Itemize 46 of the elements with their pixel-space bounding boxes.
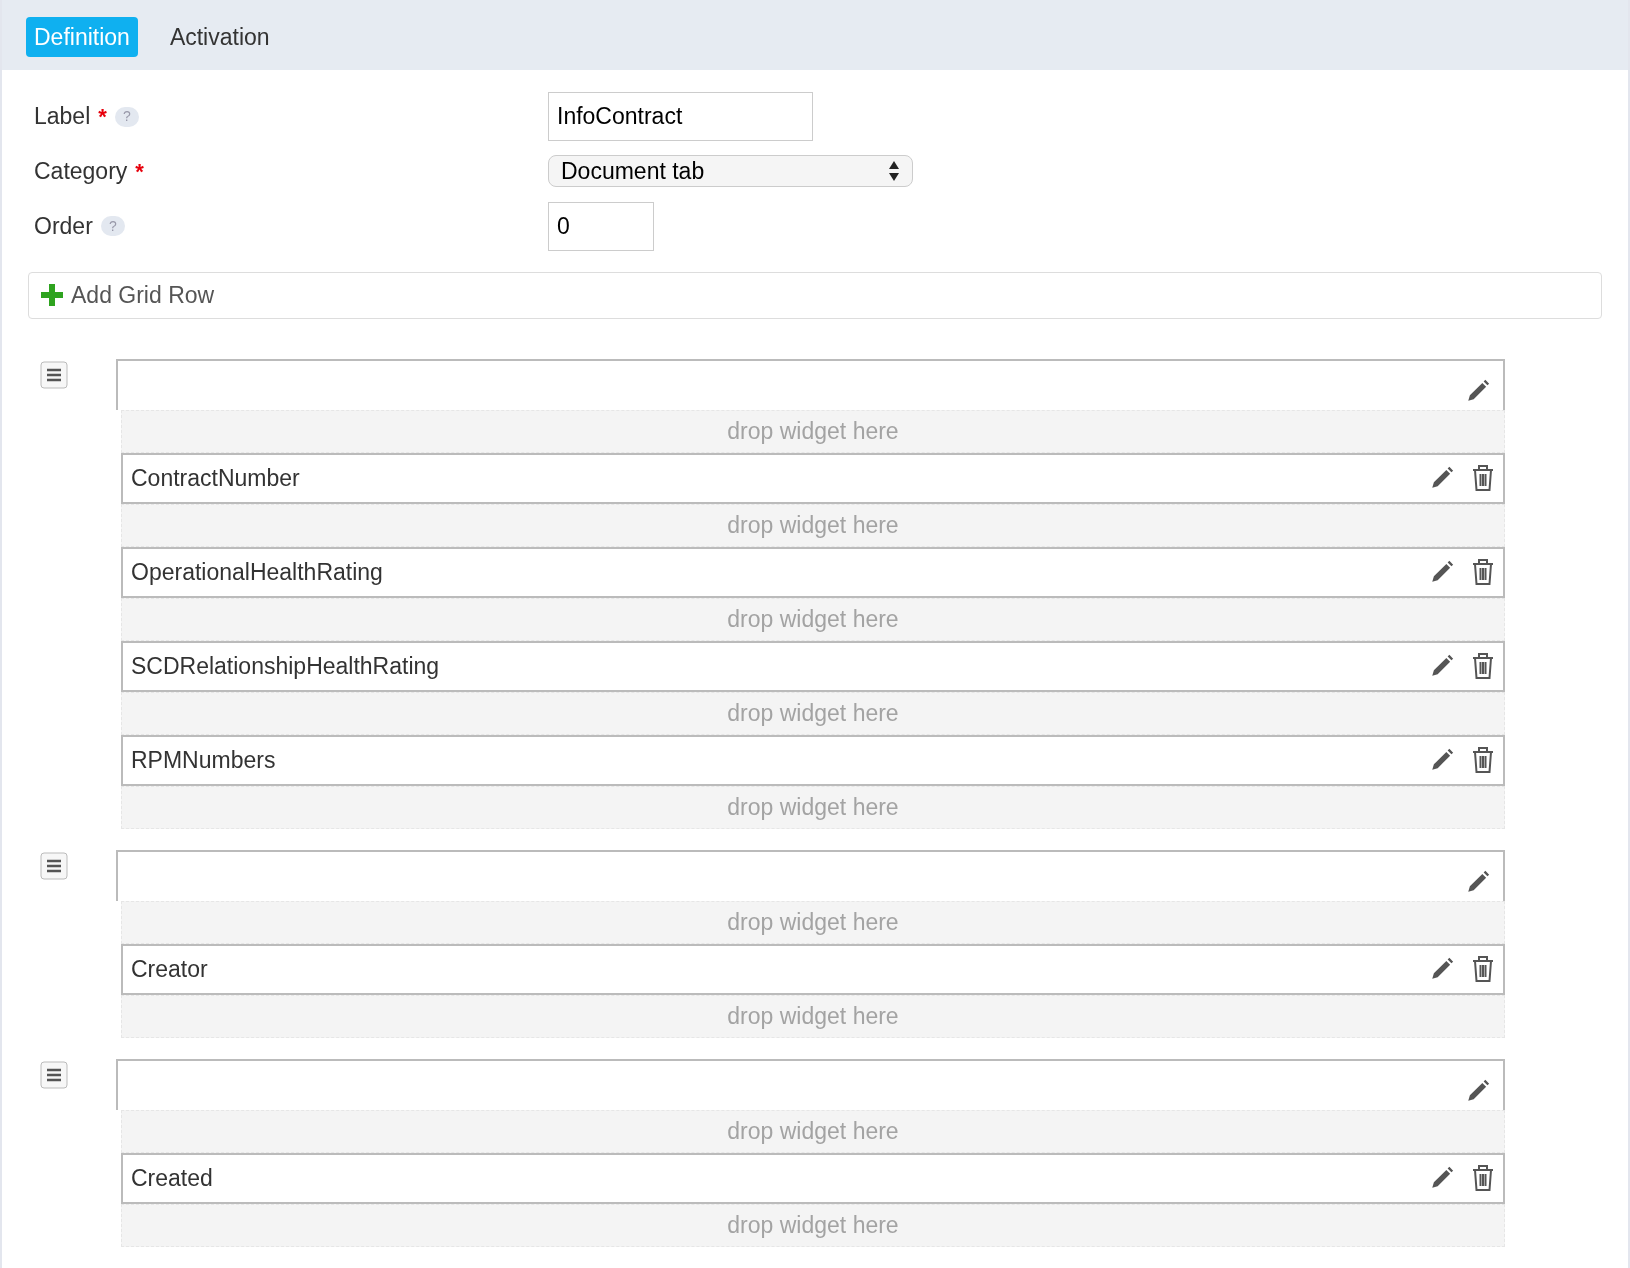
widget-label: ContractNumber xyxy=(131,463,301,493)
plus-icon xyxy=(41,284,63,306)
drop-zone: drop widget here xyxy=(121,994,1505,1038)
pencil-icon[interactable] xyxy=(1429,956,1455,982)
pencil-icon[interactable] xyxy=(1429,465,1455,491)
sort-icon xyxy=(888,160,900,183)
widget-label: Created xyxy=(131,1163,214,1193)
add-grid-row-bar[interactable]: Add Grid Row xyxy=(28,271,1602,319)
field-label: Category xyxy=(34,157,128,186)
input-field[interactable]: 0 xyxy=(548,201,654,251)
drop-zone: drop widget here xyxy=(121,691,1505,735)
trash-icon[interactable] xyxy=(1471,746,1495,774)
menu-icon[interactable] xyxy=(40,360,68,389)
trash-icon[interactable] xyxy=(1471,558,1495,586)
category-select[interactable]: Document tab xyxy=(548,155,913,188)
menu-icon[interactable] xyxy=(40,851,68,880)
field-label: Label xyxy=(34,102,91,132)
pencil-icon[interactable] xyxy=(1465,868,1491,895)
field-label: Order xyxy=(34,211,93,241)
input-field[interactable]: InfoContract xyxy=(548,92,813,141)
pencil-icon[interactable] xyxy=(1429,747,1455,773)
widget-label: RPMNumbers xyxy=(131,745,277,775)
pencil-icon[interactable] xyxy=(1465,377,1491,404)
widget-label: Creator xyxy=(131,954,209,984)
trash-icon[interactable] xyxy=(1471,1164,1495,1192)
pencil-icon[interactable] xyxy=(1429,1165,1455,1191)
drop-zone: drop widget here xyxy=(121,785,1505,829)
pencil-icon[interactable] xyxy=(1429,559,1455,585)
pencil-icon[interactable] xyxy=(1429,653,1455,679)
trash-icon[interactable] xyxy=(1471,464,1495,492)
required-mark: * xyxy=(98,103,107,131)
menu-icon[interactable] xyxy=(40,1060,68,1089)
drop-zone: drop widget here xyxy=(121,1109,1505,1153)
drop-zone: drop widget here xyxy=(121,1203,1505,1247)
trash-icon[interactable] xyxy=(1471,955,1495,983)
pencil-icon[interactable] xyxy=(1465,1077,1491,1104)
add-grid-row-label: Add Grid Row xyxy=(71,280,215,310)
trash-icon[interactable] xyxy=(1471,652,1495,680)
drop-zone: drop widget here xyxy=(121,597,1505,641)
drop-zone: drop widget here xyxy=(121,503,1505,547)
drop-zone: drop widget here xyxy=(121,900,1505,944)
widget-label: OperationalHealthRating xyxy=(131,557,384,587)
tab[interactable]: Activation xyxy=(161,17,278,57)
widget-label: SCDRelationshipHealthRating xyxy=(131,651,441,681)
required-mark: * xyxy=(135,157,144,186)
drop-zone: drop widget here xyxy=(121,409,1505,453)
